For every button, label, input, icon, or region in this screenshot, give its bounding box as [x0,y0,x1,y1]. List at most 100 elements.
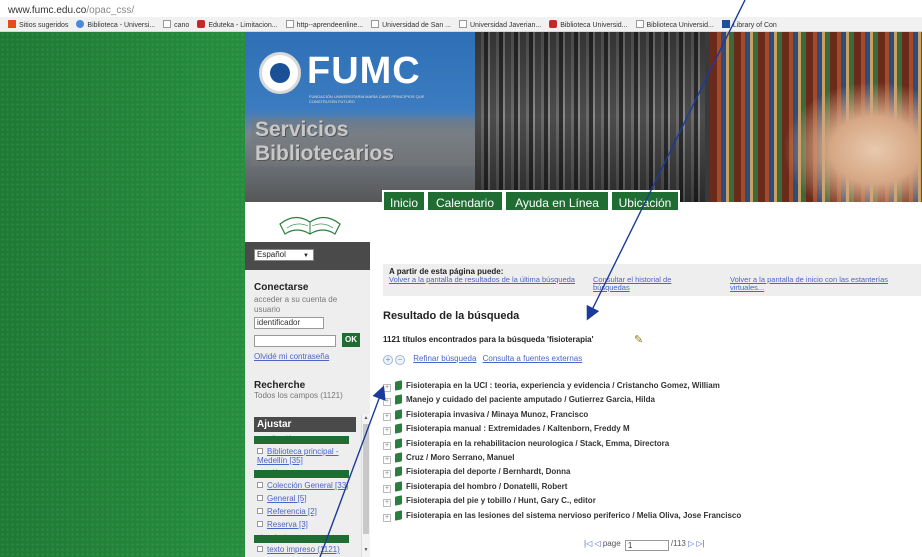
result-title[interactable]: Fisioterapia invasiva / Minaya Munoz, Fr… [406,410,588,419]
result-row[interactable]: + Fisioterapia del hombro / Donatelli, Ro… [383,480,922,494]
facet-checkbox[interactable] [257,546,263,552]
expand-icon[interactable]: + [383,484,391,493]
result-title[interactable]: Fisioterapia manual : Extremidades / Kal… [406,424,630,433]
forgot-password-link[interactable]: Olvidé mi contraseña [254,352,361,361]
bookmark-label: Universidad de San ... [382,22,451,29]
facet-item[interactable]: General [5] [257,494,352,503]
facet-checkbox[interactable] [257,521,263,527]
scroll-up-icon[interactable]: ▲ [362,415,370,421]
facet-checkbox[interactable] [257,508,263,514]
first-prev-page-icon[interactable]: |◁ ◁ [584,539,601,548]
facet-item[interactable]: Colección General [33] [257,481,352,490]
bookmark-label: http--aprendeenline... [296,22,364,29]
expand-icon[interactable]: + [383,513,391,522]
nav-ubicacion[interactable]: Ubicación [610,190,680,212]
left-sidebar: Español ▼ Conectarse acceder a su cuenta … [245,202,370,557]
book-icon [395,480,402,492]
page-icon [459,20,467,28]
expand-icon[interactable]: + [383,427,391,436]
user-id-input[interactable]: identificador [254,317,324,329]
recherche-subtitle: Todos los campos (1121) [254,391,343,400]
address-bar[interactable]: www.fumc.edu.co/opac_css/ [0,0,922,17]
facets-scrollbar[interactable]: ▲ ▼ [361,414,370,557]
scrollbar-thumb[interactable] [363,424,369,534]
result-row[interactable]: + Fisioterapia manual : Extremidades / Ka… [383,422,922,436]
refine-search-link[interactable]: Refinar búsqueda [413,354,476,363]
facet-item[interactable]: Biblioteca principal - Medellín [35] [257,447,352,465]
facet-item-label: General [5] [267,494,307,503]
facet-item[interactable]: Reserva [3] [257,520,352,529]
result-title[interactable]: Fisioterapia del deporte / Bernhardt, Do… [406,467,570,476]
url-path: /opac_css/ [86,5,135,16]
page-input[interactable]: 1 [624,540,669,551]
expand-all-icon[interactable]: + [383,355,393,365]
result-row[interactable]: + Fisioterapia invasiva / Minaya Munoz, F… [383,408,922,422]
bookmark-item[interactable]: http--aprendeenline... [285,20,364,29]
bookmark-item[interactable]: Biblioteca Universid... [549,20,628,29]
nav-calendario[interactable]: Calendario [426,190,504,212]
bookmark-item[interactable]: cano [163,20,189,29]
home-shelves-link[interactable]: Volver a la pantalla de inicio con las e… [730,276,915,292]
page-content: Español ▼ Conectarse acceder a su cuenta … [245,190,922,557]
result-title[interactable]: Fisioterapia en las lesiones del sistema… [406,511,741,520]
facets-panel: Ajustar Localización Biblioteca principa… [245,414,370,557]
facet-item-label: Colección General [33] [267,481,349,490]
expand-icon[interactable]: + [383,398,391,407]
result-row[interactable]: + Fisioterapia del deporte / Bernhardt, D… [383,465,922,479]
expand-icon[interactable]: + [383,470,391,479]
bookmark-item[interactable]: Biblioteca - Universi... [76,20,155,29]
bookmark-item[interactable]: Library of Con [721,20,777,29]
result-title[interactable]: Fisioterapia del pie y tobillo / Hunt, G… [406,496,596,505]
logo-subtitle: FUNDACIÓN UNIVERSITARIA MARÍA CANO PRINC… [309,94,425,104]
language-select[interactable]: Español ▼ [254,249,314,261]
facet-checkbox[interactable] [257,482,263,488]
facet-item[interactable]: texto impreso (1121) [257,545,352,554]
back-to-results-link[interactable]: Volver a la pantalla de resultados de la… [389,276,579,284]
collapse-all-icon[interactable]: − [395,355,405,365]
expand-icon[interactable]: + [383,455,391,464]
bookmark-item[interactable]: Eduteka - Limitacion... [197,20,278,29]
dropdown-arrow-icon: ▼ [303,253,309,259]
scroll-down-icon[interactable]: ▼ [362,547,370,553]
bookmarks-bar: Sitios sugeridos Biblioteca - Universi...… [0,17,922,32]
result-row[interactable]: + Fisioterapia en las lesiones del sistem… [383,509,922,523]
search-history-link[interactable]: Consultar el historial de búsquedas [593,276,703,292]
bookmark-item[interactable]: Sitios sugeridos [8,20,68,29]
ok-button[interactable]: OK [342,333,360,347]
password-input[interactable] [254,335,336,347]
book-icon [395,437,402,449]
result-row[interactable]: + Manejo y cuidado del paciente amputado … [383,393,922,407]
page-icon [371,20,380,28]
result-title[interactable]: Fisioterapia en la rehabilitacion neurol… [406,439,669,448]
library-icon [549,20,558,28]
result-row[interactable]: + Fisioterapia en la UCI : teoria, experi… [383,379,922,393]
result-title[interactable]: Fisioterapia en la UCI : teoria, experie… [406,381,720,390]
edit-pencil-icon[interactable]: ✎ [634,333,643,346]
bookmark-label: Library of Con [732,22,777,29]
result-title[interactable]: Cruz / Moro Serrano, Manuel [406,453,514,462]
facet-item[interactable]: Referencia [2] [257,507,352,516]
next-last-page-icon[interactable]: ▷ ▷| [688,539,705,548]
eduteka-icon [197,20,206,28]
facet-checkbox[interactable] [257,495,263,501]
bookmark-item[interactable]: Universidad de San ... [371,20,451,29]
result-title[interactable]: Manejo y cuidado del paciente amputado /… [406,395,655,404]
result-row[interactable]: + Cruz / Moro Serrano, Manuel [383,451,922,465]
expand-icon[interactable]: + [383,499,391,508]
result-row[interactable]: + Fisioterapia en la rehabilitacion neuro… [383,437,922,451]
expand-icon[interactable]: + [383,441,391,450]
result-title[interactable]: Fisioterapia del hombro / Donatelli, Rob… [406,482,567,491]
nav-ayuda[interactable]: Ayuda en Línea [504,190,610,212]
bookmark-item[interactable]: Universidad Javerian... [459,20,541,29]
result-row[interactable]: + Fisioterapia del pie y tobillo / Hunt, … [383,494,922,508]
bookmark-item[interactable]: Biblioteca Universid... [635,20,714,29]
expand-icon[interactable]: + [383,412,391,421]
book-icon [395,423,402,434]
external-sources-link[interactable]: Consulta a fuentes externas [483,354,583,363]
expand-icon[interactable]: + [383,384,391,392]
facet-checkbox[interactable] [257,448,263,454]
bookmark-label: Universidad Javerian... [470,22,542,29]
nav-inicio[interactable]: Inicio [382,190,426,212]
bookmark-label: Biblioteca Universid... [560,22,628,29]
bookmark-label: Sitios sugeridos [19,22,69,29]
